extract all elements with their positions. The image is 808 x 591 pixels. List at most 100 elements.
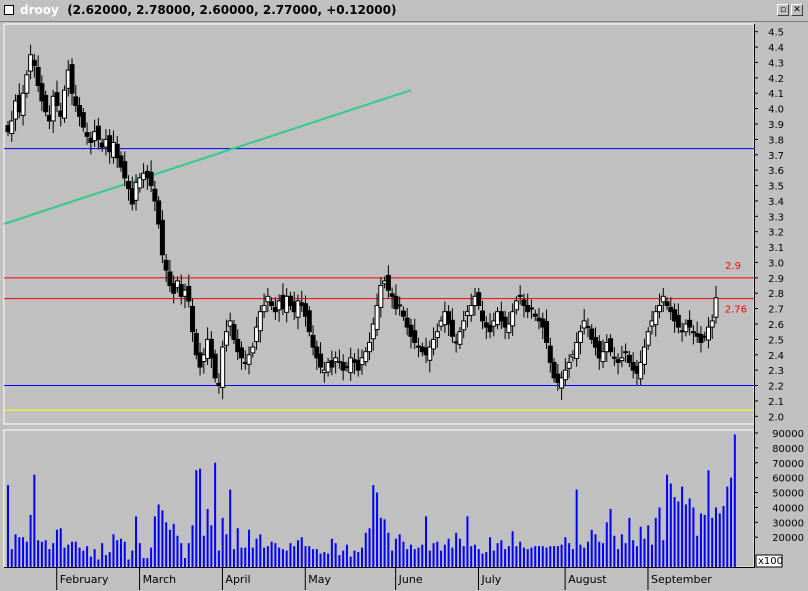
volume-bar — [89, 556, 92, 567]
candle-body — [378, 285, 384, 308]
volume-bar — [507, 546, 510, 567]
volume-bar — [602, 543, 605, 567]
candle-body — [476, 292, 482, 307]
volume-bar — [14, 534, 17, 567]
volume-bar — [519, 541, 522, 567]
volume-bar — [376, 492, 379, 567]
candle-body — [431, 338, 437, 350]
volume-bar — [104, 555, 107, 567]
volume-bar — [515, 546, 518, 567]
volume-bar — [327, 553, 330, 567]
volume-bar — [33, 474, 36, 567]
volume-bar — [278, 547, 281, 567]
volume-bar — [244, 547, 247, 567]
candle-body — [159, 219, 165, 256]
candle-body — [619, 357, 625, 362]
volume-bar — [436, 541, 439, 567]
volume-bar — [477, 549, 480, 567]
volume-bar — [688, 498, 691, 567]
volume-bar — [101, 543, 104, 567]
candle-body — [434, 331, 440, 339]
candle-body — [212, 353, 218, 379]
price-tick-label: 3.6 — [768, 166, 784, 177]
volume-bar — [402, 541, 405, 567]
price-tick-label: 3.3 — [768, 212, 784, 223]
volume-bar — [650, 544, 653, 567]
volume-bar — [409, 544, 412, 567]
candle-body — [397, 304, 403, 307]
volume-bar — [451, 547, 454, 567]
chart-area: 2.0 2.1 2.2 2.3 2.4 2.5 2.6 2.7 2.8 2.9 3.0 3.1 3.2 3… — [3, 23, 804, 590]
volume-bar — [364, 532, 367, 567]
price-tick-label: 2.5 — [768, 335, 784, 346]
volume-bar — [613, 535, 616, 567]
volume-bar — [48, 549, 51, 567]
volume-bar — [526, 549, 529, 567]
candle-body — [61, 89, 67, 119]
candle-body — [223, 331, 229, 346]
volume-bar — [236, 528, 239, 567]
candle-body — [152, 188, 158, 202]
candle-body — [675, 314, 681, 328]
volume-bar — [470, 546, 473, 567]
price-tick-label: 4.2 — [768, 74, 784, 85]
month-label: June — [398, 573, 423, 586]
volume-bar — [485, 552, 488, 567]
candle-body — [532, 313, 538, 317]
volume-tick-label: 90000 — [772, 429, 804, 440]
month-label: March — [143, 573, 177, 586]
volume-bar — [263, 547, 266, 567]
price-tick-label: 2.3 — [768, 366, 784, 377]
candle-body — [562, 369, 568, 381]
volume-bar — [398, 534, 401, 567]
volume-bar — [300, 537, 303, 567]
volume-bar — [586, 541, 589, 567]
volume-bar — [639, 526, 642, 567]
volume-bar — [7, 485, 9, 567]
volume-bar — [590, 529, 593, 567]
candle-body — [638, 361, 644, 380]
price-tick-label: 4.0 — [768, 105, 784, 116]
volume-bar — [413, 549, 416, 567]
candle-body — [517, 294, 523, 297]
volume-bar — [10, 549, 13, 567]
volume-unit-label: x100 — [758, 556, 783, 567]
volume-bar — [545, 547, 548, 567]
volume-bar — [568, 543, 571, 567]
month-label: July — [481, 573, 502, 586]
volume-bar — [29, 514, 32, 567]
volume-bar — [22, 537, 25, 567]
candle-body — [412, 330, 418, 343]
price-tick-label: 3.1 — [768, 243, 784, 254]
candle-body — [528, 307, 534, 310]
candle-body — [190, 305, 196, 333]
volume-bar — [357, 552, 360, 567]
volume-bar — [150, 547, 153, 567]
volume-bar — [293, 546, 296, 567]
volume-bar — [153, 516, 156, 567]
volume-bar — [583, 547, 586, 567]
volume-bar — [496, 543, 499, 567]
volume-tick-label: 50000 — [772, 489, 804, 500]
candle-body — [385, 274, 391, 291]
volume-bar — [635, 546, 638, 567]
candle-body — [577, 331, 583, 343]
volume-bar — [624, 543, 627, 567]
month-label: February — [60, 573, 109, 586]
candle-body — [363, 351, 369, 363]
candle-body — [69, 64, 75, 94]
volume-bar — [605, 522, 608, 567]
volume-bar — [296, 540, 299, 567]
volume-bar — [217, 550, 220, 567]
candle-body — [193, 333, 199, 356]
volume-bar — [662, 540, 665, 567]
candle-body — [186, 285, 192, 302]
volume-bar — [432, 543, 435, 567]
candle-body — [400, 310, 406, 317]
volume-bar — [165, 522, 168, 567]
volume-bar — [25, 541, 28, 567]
candle-body — [566, 361, 572, 369]
volume-bar — [594, 534, 597, 567]
volume-bar — [195, 470, 198, 567]
volume-bar — [553, 546, 556, 567]
